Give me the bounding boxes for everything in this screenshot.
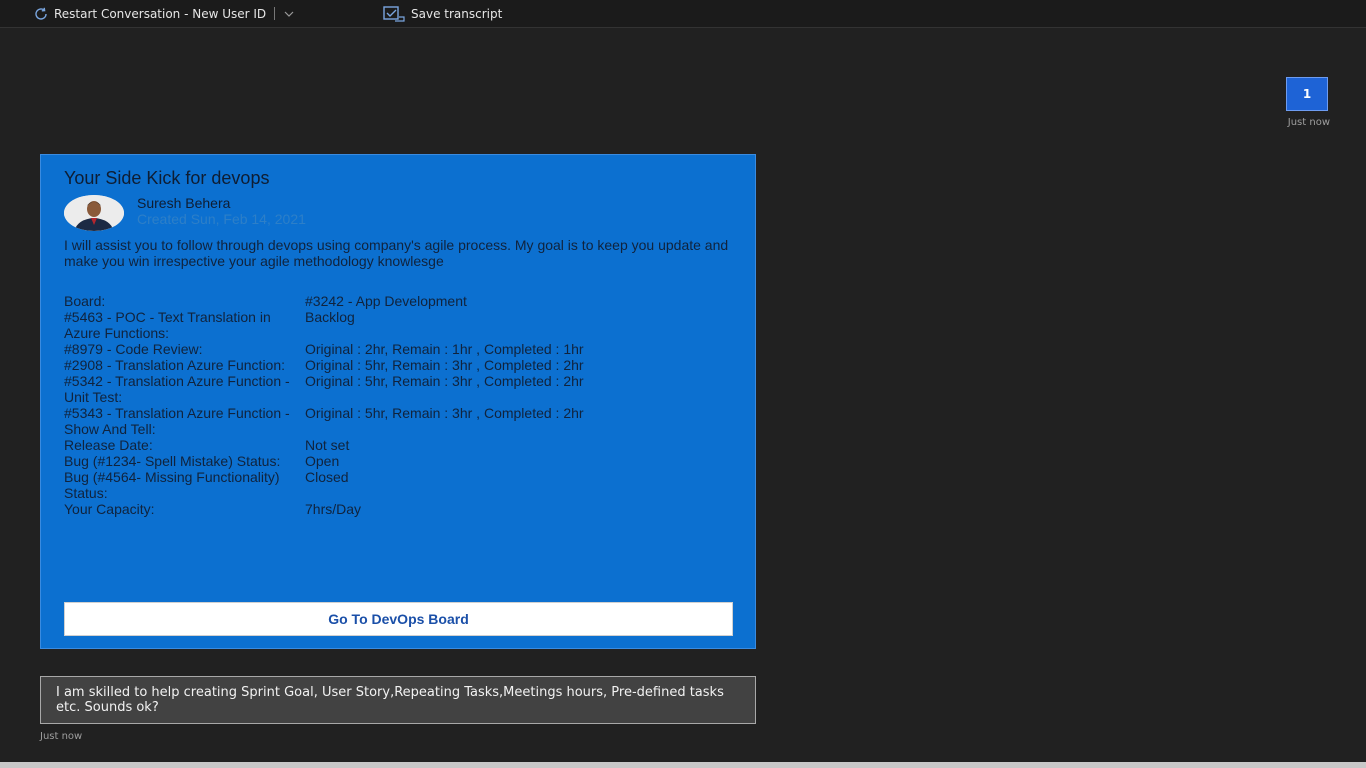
fact-set: Board: #3242 - App Development #5463 - PO…	[64, 293, 734, 517]
chevron-down-icon[interactable]	[283, 8, 295, 20]
fact-value: 7hrs/Day	[305, 501, 362, 517]
fact-key: Release Date:	[64, 437, 153, 453]
bot-message-timestamp: Just now	[40, 731, 83, 742]
fact-row: #8979 - Code Review: Original : 2hr, Rema…	[64, 341, 734, 357]
fact-row: Board: #3242 - App Development	[64, 293, 734, 309]
fact-key: #5463 - POC - Text Translation in Azure …	[64, 309, 271, 341]
fact-value: Original : 5hr, Remain : 3hr , Completed…	[305, 373, 584, 389]
fact-value: Backlog	[305, 309, 355, 325]
restart-conversation-button[interactable]: Restart Conversation - New User ID	[33, 0, 295, 27]
fact-key: #5342 - Translation Azure Function - Uni…	[64, 373, 290, 405]
card-description: I will assist you to follow through devo…	[64, 237, 729, 269]
fact-value: Open	[305, 453, 340, 469]
card-author-name: Suresh Behera	[137, 195, 231, 211]
refresh-icon	[35, 7, 47, 20]
fact-value: Original : 5hr, Remain : 3hr , Completed…	[305, 357, 584, 373]
fact-row: #2908 - Translation Azure Function: Origi…	[64, 357, 734, 373]
fact-row: #5463 - POC - Text Translation in Azure …	[64, 309, 734, 341]
fact-value: Original : 5hr, Remain : 3hr , Completed…	[305, 405, 584, 421]
card-created-date: Created Sun, Feb 14, 2021	[137, 211, 306, 227]
fact-row: Bug (#1234- Spell Mistake) Status: Open	[64, 453, 734, 469]
fact-key: Your Capacity:	[64, 501, 155, 517]
card-title: Your Side Kick for devops	[64, 168, 270, 188]
bot-message-bubble: I am skilled to help creating Sprint Goa…	[40, 676, 756, 724]
user-message-bubble: 1	[1286, 77, 1328, 111]
restart-conversation-label: Restart Conversation - New User ID	[54, 6, 267, 21]
fact-row: Release Date: Not set	[64, 437, 734, 453]
profile-photo-icon	[64, 195, 124, 231]
fact-row: #5342 - Translation Azure Function - Uni…	[64, 373, 734, 405]
avatar	[64, 195, 124, 231]
scrollbar-track[interactable]	[0, 762, 1366, 768]
fact-row: #5343 - Translation Azure Function - Sho…	[64, 405, 734, 437]
fact-key: Board:	[64, 293, 106, 309]
fact-value: #3242 - App Development	[305, 293, 467, 309]
fact-key: #5343 - Translation Azure Function - Sho…	[64, 405, 290, 437]
user-message-timestamp: Just now	[1287, 117, 1330, 128]
emulator-toolbar: Restart Conversation - New User ID Save …	[0, 0, 1366, 28]
fact-key: Bug (#4564- Missing Functionality) Statu…	[64, 469, 280, 501]
fact-key: Bug (#1234- Spell Mistake) Status:	[64, 453, 281, 469]
adaptive-card: Your Side Kick for devops Suresh Behera …	[40, 154, 756, 649]
fact-row: Your Capacity: 7hrs/Day	[64, 501, 734, 517]
fact-value: Not set	[305, 437, 350, 453]
fact-row: Bug (#4564- Missing Functionality) Statu…	[64, 469, 734, 501]
save-transcript-icon	[383, 5, 405, 22]
save-transcript-button[interactable]: Save transcript	[383, 0, 502, 27]
fact-key: #2908 - Translation Azure Function:	[64, 357, 286, 373]
toolbar-divider	[274, 7, 276, 20]
fact-value: Closed	[305, 469, 349, 485]
save-transcript-label: Save transcript	[411, 6, 503, 21]
go-to-devops-board-button[interactable]: Go To DevOps Board	[64, 602, 733, 636]
fact-value: Original : 2hr, Remain : 1hr , Completed…	[305, 341, 584, 357]
fact-key: #8979 - Code Review:	[64, 341, 203, 357]
